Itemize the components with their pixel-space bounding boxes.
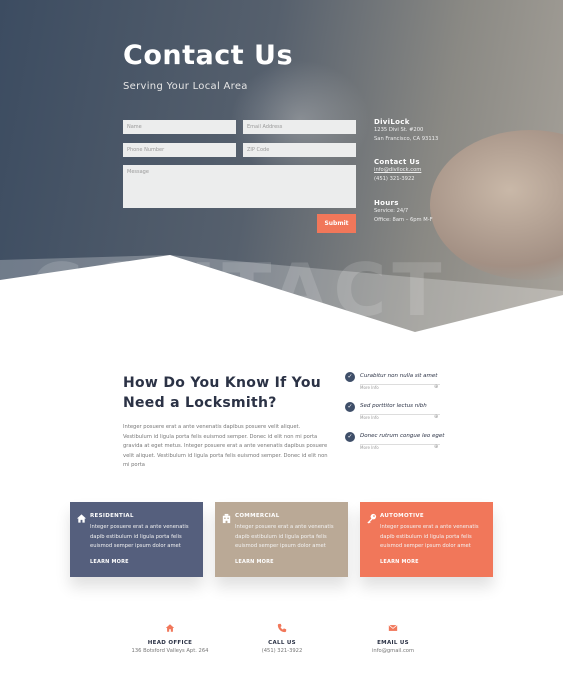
expand-icon[interactable]: ⊕: [434, 384, 438, 390]
hours-heading: Hours: [374, 199, 399, 207]
hours-office: Office: 8am – 6pm M-F: [374, 217, 433, 223]
more-info-link[interactable]: More Info: [360, 385, 379, 390]
key-icon: [365, 513, 377, 525]
hours-service: Service: 24/7: [374, 208, 409, 214]
contact-heading: Contact Us: [374, 158, 420, 166]
learn-more-link[interactable]: LEARN MORE: [90, 559, 129, 565]
more-info-link[interactable]: More Info: [360, 415, 379, 420]
card-commercial: COMMERCIAL Integer posuere erat a ante v…: [215, 502, 348, 577]
contact-info: Contact Us info@divilock.com (451) 321-3…: [374, 158, 421, 184]
checklist-label: Donec rutrum congue leo eget: [360, 433, 445, 439]
expand-icon[interactable]: ⊕: [434, 414, 438, 420]
locksmith-heading: How Do You Know If You Need a Locksmith?: [123, 375, 322, 411]
checklist-label: Curabitur non nulla sit amet: [360, 373, 438, 379]
learn-more-link[interactable]: LEARN MORE: [380, 559, 419, 565]
hero-section: CONTACT Contact Us Serving Your Local Ar…: [0, 0, 563, 335]
footer-head-office: HEAD OFFICE 136 Botsford Valleys Apt. 26…: [105, 623, 235, 654]
page-title: Contact Us: [123, 40, 294, 71]
footer-email-us: EMAIL US info@gmail.com: [328, 623, 458, 654]
card-residential: RESIDENTIAL Integer posuere erat a ante …: [70, 502, 203, 577]
mail-icon: [328, 623, 458, 636]
card-title: RESIDENTIAL: [90, 513, 134, 519]
footer-title: HEAD OFFICE: [147, 640, 193, 646]
card-title: COMMERCIAL: [235, 513, 280, 519]
page-subtitle: Serving Your Local Area: [123, 81, 248, 92]
card-title: AUTOMOTIVE: [380, 513, 424, 519]
hours-info: Hours Service: 24/7 Office: 8am – 6pm M-…: [374, 199, 433, 225]
footer-title: EMAIL US: [377, 640, 409, 646]
company-info: DiviLock 1235 Divi St. #200 San Francisc…: [374, 118, 438, 144]
more-info-link[interactable]: More Info: [360, 445, 379, 450]
card-body: Integer posuere erat a ante venenatis da…: [235, 524, 334, 549]
footer-value[interactable]: info@gmail.com: [328, 648, 458, 654]
locksmith-body: Integer posuere erat a ante venenatis da…: [123, 424, 328, 468]
name-field[interactable]: Name: [123, 120, 236, 134]
contact-email-link[interactable]: info@divilock.com: [374, 166, 421, 175]
card-body: Integer posuere erat a ante venenatis da…: [380, 524, 479, 549]
section-divider: [0, 255, 563, 335]
phone-field[interactable]: Phone Number: [123, 143, 236, 157]
contact-phone: (451) 321-3922: [374, 176, 415, 182]
message-field[interactable]: Message: [123, 165, 356, 208]
card-body: Integer posuere erat a ante venenatis da…: [90, 524, 189, 549]
address-line2: San Francisco, CA 93113: [374, 136, 439, 142]
home-icon: [75, 513, 87, 525]
card-automotive: AUTOMOTIVE Integer posuere erat a ante v…: [360, 502, 493, 577]
expand-icon[interactable]: ⊕: [434, 444, 438, 450]
home-icon: [105, 623, 235, 636]
building-icon: [220, 513, 232, 525]
address-line1: 1235 Divi St. #200: [374, 127, 424, 133]
check-icon: ✓: [345, 402, 355, 412]
email-field[interactable]: Email Address: [243, 120, 356, 134]
check-icon: ✓: [345, 432, 355, 442]
submit-button[interactable]: Submit: [317, 214, 356, 233]
check-icon: ✓: [345, 372, 355, 382]
zip-field[interactable]: ZIP Code: [243, 143, 356, 157]
footer-value: 136 Botsford Valleys Apt. 264: [131, 648, 209, 654]
learn-more-link[interactable]: LEARN MORE: [235, 559, 274, 565]
checklist-label: Sed porttitor lectus nibh: [360, 403, 427, 409]
company-name: DiviLock: [374, 118, 410, 126]
